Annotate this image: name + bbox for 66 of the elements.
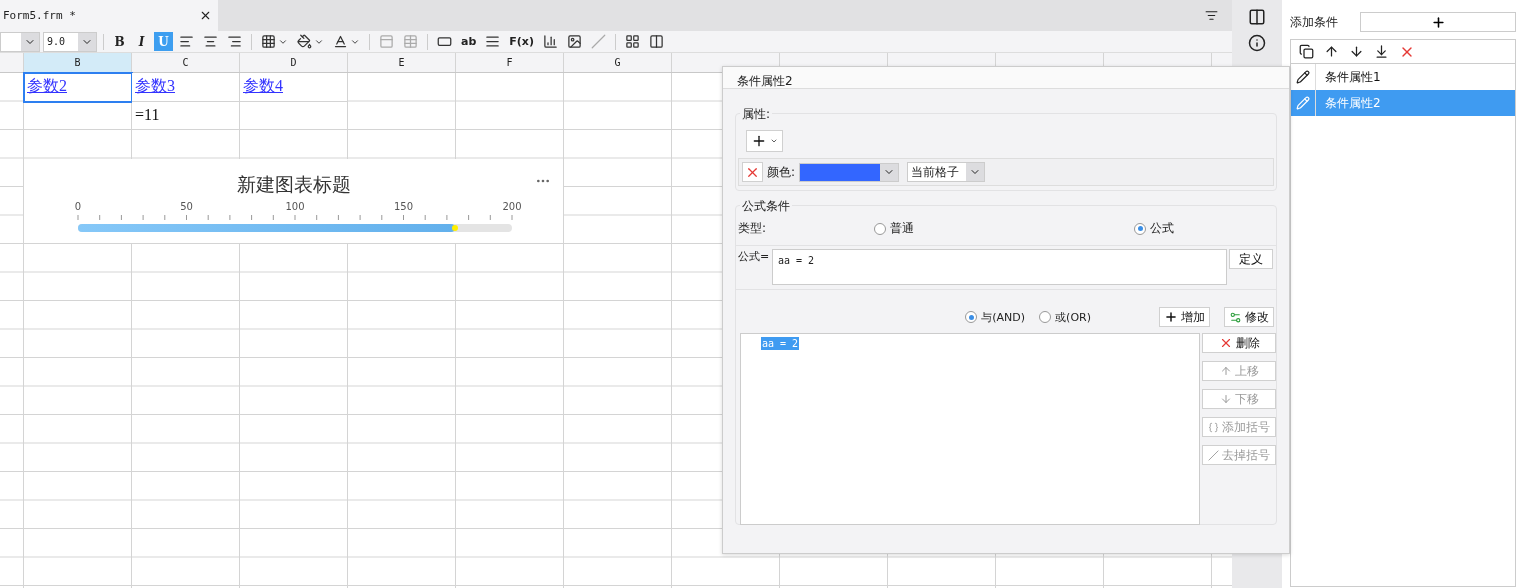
file-tab[interactable]: Form5.frm * xyxy=(0,0,218,31)
copy-icon[interactable] xyxy=(1299,44,1314,59)
border-icon[interactable] xyxy=(261,34,276,49)
type-label: 类型: xyxy=(738,220,768,237)
logic-radio[interactable]: 或(OR) xyxy=(1039,309,1091,325)
arrow-up-icon xyxy=(1219,365,1232,377)
paint-bucket-icon[interactable] xyxy=(297,34,312,49)
link-cell[interactable]: 参数2 xyxy=(24,73,132,102)
align-left-icon[interactable] xyxy=(179,34,194,49)
align-center-icon[interactable] xyxy=(203,34,218,49)
bold-button[interactable]: B xyxy=(110,32,129,51)
plus-icon xyxy=(751,133,767,149)
pencil-icon xyxy=(1296,70,1310,84)
caret-icon xyxy=(770,137,778,145)
pencil-icon xyxy=(1296,96,1310,110)
text-tool-button[interactable]: F(x) xyxy=(506,32,537,51)
columns-icon[interactable] xyxy=(1248,8,1266,26)
item-label: 条件属性2 xyxy=(1324,94,1381,112)
arrow-down-icon xyxy=(1219,393,1232,405)
marker-dot xyxy=(452,224,459,231)
scope-dropdown[interactable]: 当前格子 xyxy=(907,162,986,182)
plus-icon xyxy=(1430,14,1446,30)
modify-button[interactable]: 修改 xyxy=(1224,307,1274,327)
chart-title: 新建图表标题 xyxy=(236,171,351,197)
tab-title: Form5.frm * xyxy=(3,9,76,22)
add-condition-label: 添加条件 xyxy=(1290,13,1338,31)
merge-cells-icon[interactable] xyxy=(379,34,394,49)
align-right-icon[interactable] xyxy=(227,34,242,49)
close-icon[interactable] xyxy=(199,9,212,22)
delete-button[interactable]: 删除 xyxy=(1202,333,1276,353)
lines-icon[interactable] xyxy=(485,34,501,49)
item-label: 条件属性1 xyxy=(1324,68,1381,86)
columns-icon[interactable] xyxy=(648,34,664,49)
axis-tick-label: 50 xyxy=(179,200,193,212)
bar-chart-icon[interactable] xyxy=(542,34,558,49)
type-radio[interactable]: 普通 xyxy=(874,220,914,237)
section-legend: 公式条件 xyxy=(740,198,792,215)
info-icon[interactable] xyxy=(1248,34,1266,52)
section-legend: 属性: xyxy=(740,106,773,123)
text-tool-button[interactable]: ab xyxy=(458,32,480,51)
remove-property-button[interactable] xyxy=(742,162,763,182)
define-button[interactable]: 定义 xyxy=(1229,249,1273,269)
add-property-button[interactable] xyxy=(746,130,783,152)
axis-tick-label: 100 xyxy=(284,200,305,212)
formula-label: 公式= xyxy=(738,249,771,264)
image-icon[interactable] xyxy=(566,34,582,49)
color-picker[interactable] xyxy=(799,162,900,182)
axis-tick-label: 200 xyxy=(501,200,522,212)
italic-button[interactable]: I xyxy=(132,32,151,51)
font-size-field[interactable]: 9.0 xyxy=(43,31,97,52)
font-name-field[interactable] xyxy=(0,31,40,52)
move-to-bottom-icon[interactable] xyxy=(1374,44,1389,59)
text-field-icon[interactable] xyxy=(437,34,452,49)
add-condition-button[interactable]: 增加 xyxy=(1159,307,1210,327)
font-color-icon[interactable] xyxy=(333,34,348,49)
column-header[interactable]: B xyxy=(24,53,132,72)
arrow-down-icon[interactable] xyxy=(1349,44,1364,59)
layout-icon[interactable] xyxy=(624,34,640,49)
property-label: 颜色: xyxy=(767,163,796,181)
axis-tick-label: 150 xyxy=(393,200,413,212)
plus-icon xyxy=(1164,310,1178,324)
logic-radio[interactable]: 与(AND) xyxy=(965,309,1026,325)
formula-field[interactable]: aa = 2 xyxy=(772,249,1227,285)
type-radio[interactable]: 公式 xyxy=(1134,220,1174,237)
axis-tick-label: 0 xyxy=(74,200,81,212)
dialog-title: 条件属性2 xyxy=(723,67,1289,89)
